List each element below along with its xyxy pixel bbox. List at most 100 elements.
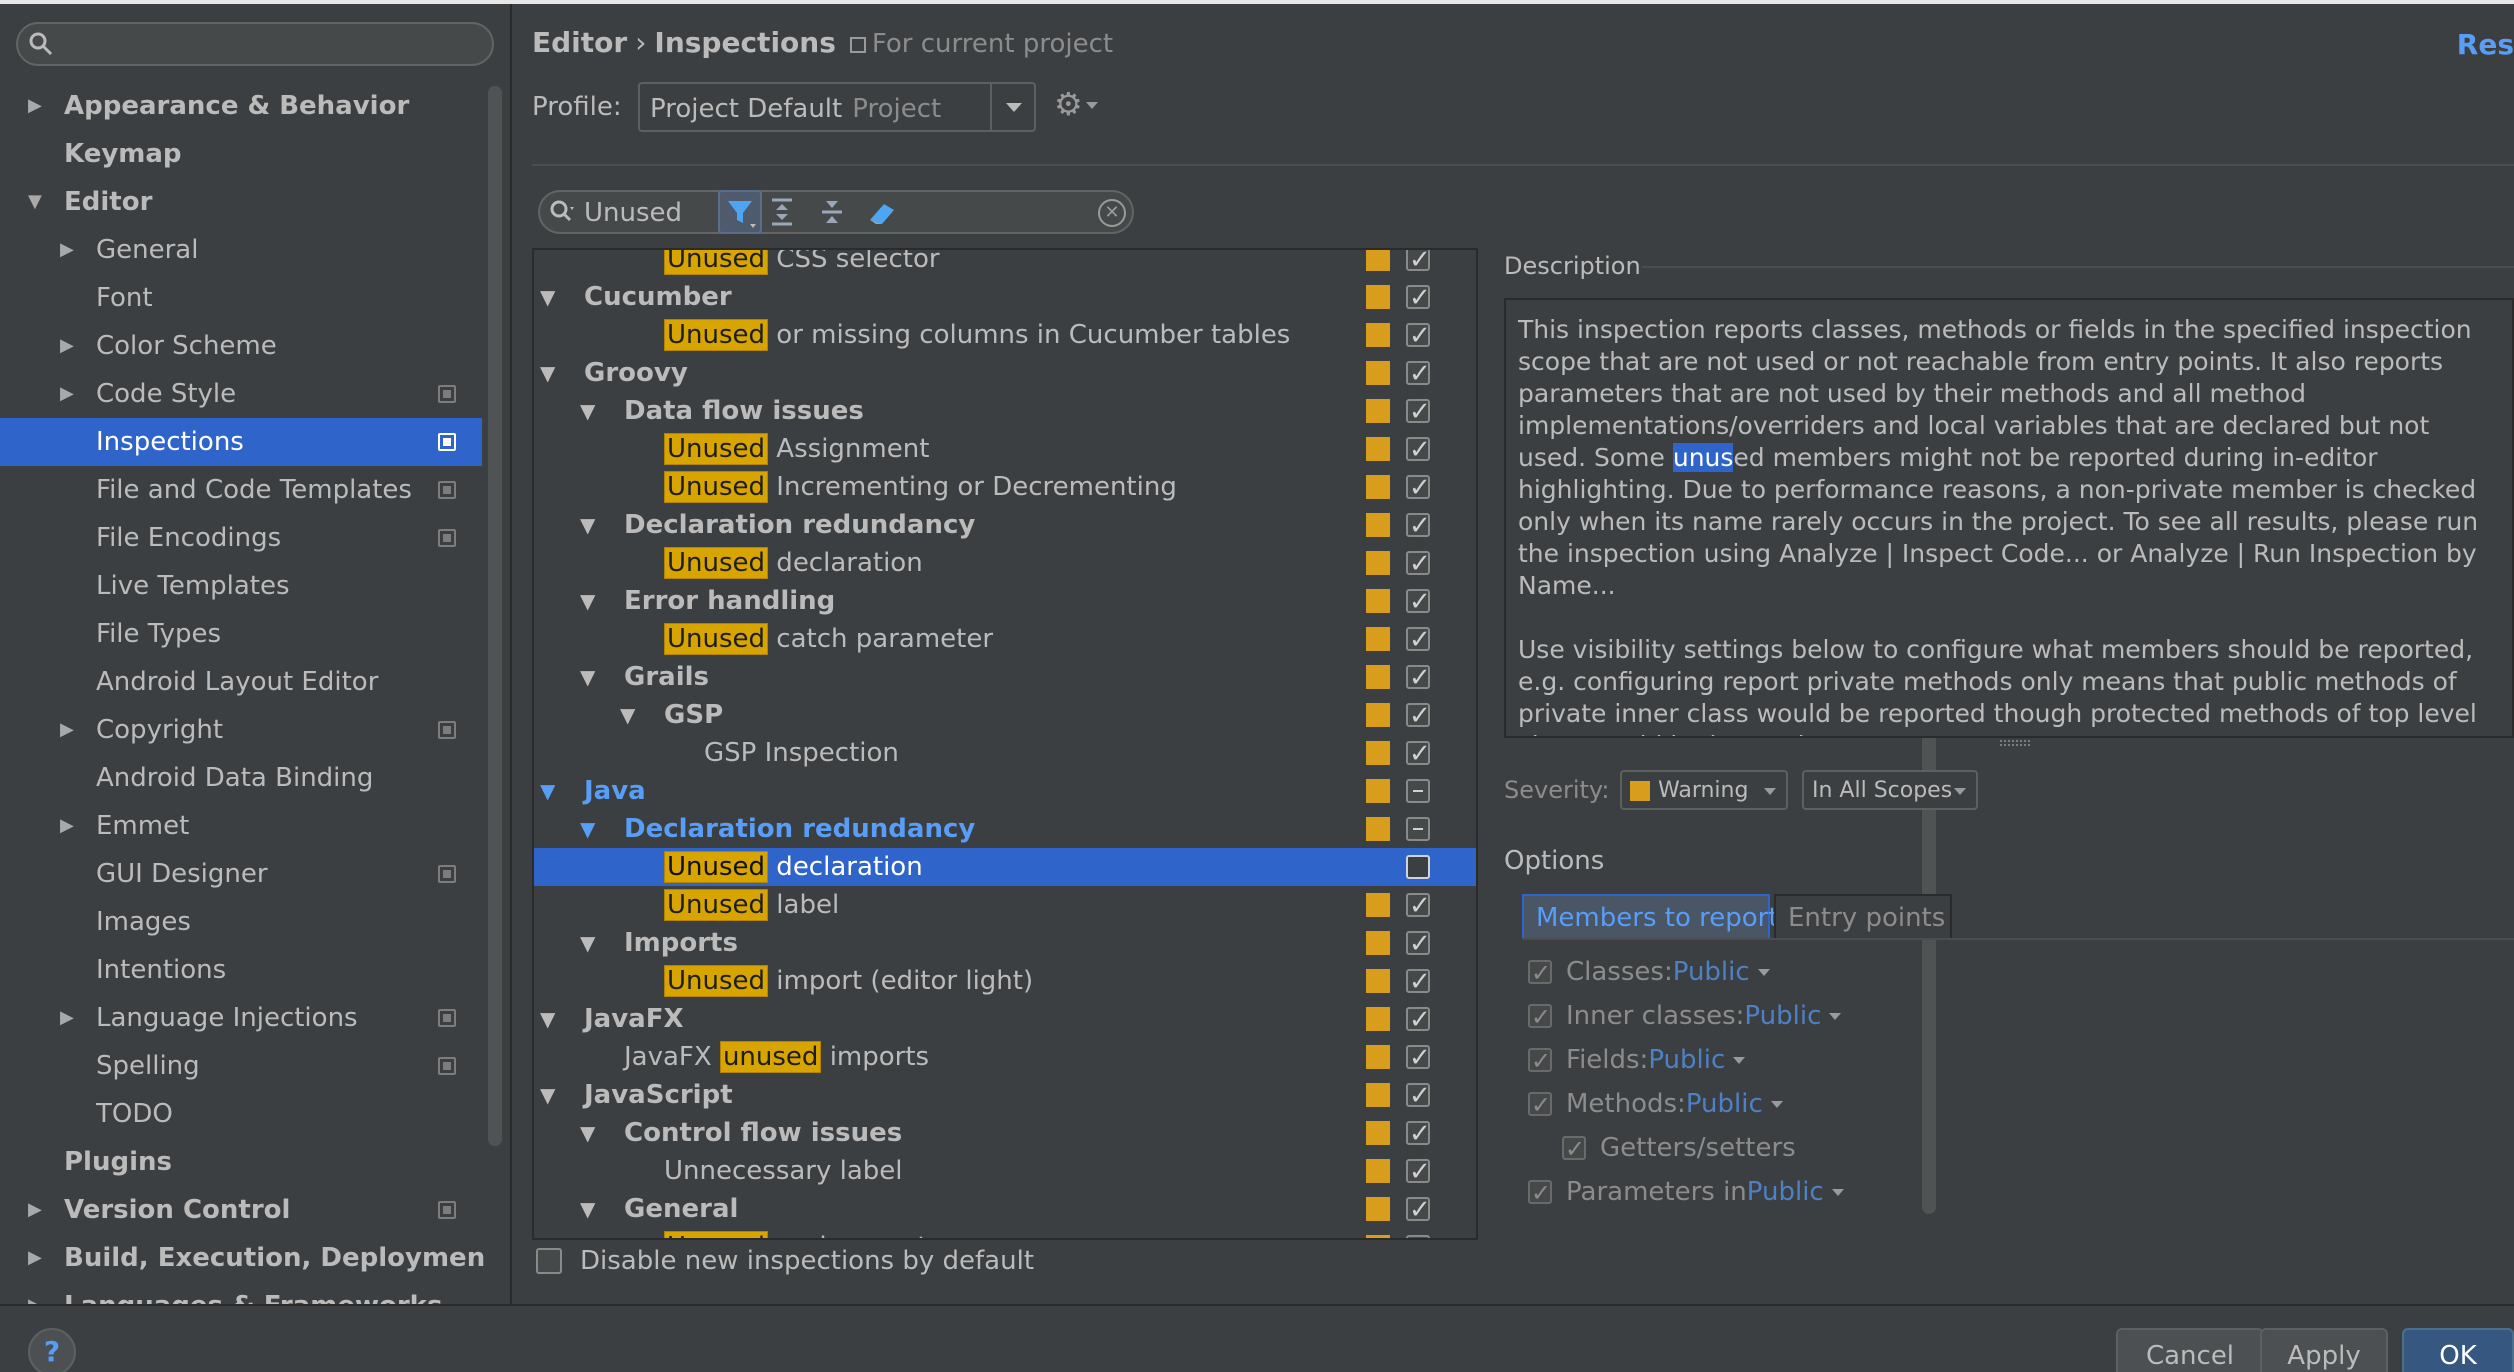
- inspection-enabled-checkbox[interactable]: [1406, 697, 1431, 735]
- inspection-enabled-checkbox[interactable]: [1406, 659, 1431, 697]
- visibility-link[interactable]: Public: [1673, 957, 1750, 987]
- collapsed-arrow-icon[interactable]: ▶: [60, 226, 74, 274]
- sidebar-item[interactable]: ▶ Version Control: [0, 1186, 482, 1234]
- inspection-group-row[interactable]: ▼ Declaration redundancy: [534, 506, 1476, 545]
- option-checkbox[interactable]: [1562, 1129, 1586, 1169]
- inspection-group-row[interactable]: ▼ Data flow issues: [534, 392, 1476, 431]
- inspection-group-row[interactable]: ▼ Control flow issues: [534, 1114, 1476, 1153]
- inspection-enabled-checkbox[interactable]: [1406, 1229, 1431, 1238]
- option-checkbox[interactable]: [1528, 953, 1552, 993]
- description-text[interactable]: This inspection reports classes, methods…: [1504, 298, 2514, 738]
- inspection-enabled-checkbox[interactable]: [1406, 963, 1431, 1001]
- inspection-enabled-checkbox[interactable]: [1406, 583, 1431, 621]
- inspection-group-row[interactable]: ▼ Grails: [534, 658, 1476, 697]
- option-checkbox[interactable]: [1528, 1173, 1552, 1213]
- expanded-arrow-icon[interactable]: ▼: [580, 658, 595, 696]
- collapse-all-button[interactable]: [810, 190, 854, 234]
- sidebar-item[interactable]: ▶ Copyright: [0, 706, 482, 754]
- sidebar-item[interactable]: Plugins: [0, 1138, 482, 1186]
- visibility-link[interactable]: Public: [1744, 1001, 1821, 1031]
- sidebar-item[interactable]: TODO: [0, 1090, 482, 1138]
- collapsed-arrow-icon[interactable]: ▶: [60, 994, 74, 1042]
- inspection-group-row[interactable]: ▼ Declaration redundancy: [534, 810, 1476, 848]
- inspection-enabled-checkbox[interactable]: [1406, 507, 1431, 545]
- sidebar-item[interactable]: ▶ Emmet: [0, 802, 482, 850]
- expanded-arrow-icon[interactable]: ▼: [580, 582, 595, 620]
- inspection-row[interactable]: Unused declaration: [534, 544, 1476, 583]
- inspection-group-row[interactable]: ▼ Groovy: [534, 354, 1476, 393]
- sidebar-item[interactable]: Spelling: [0, 1042, 482, 1090]
- sidebar-item[interactable]: Font: [0, 274, 482, 322]
- visibility-link[interactable]: Public: [1747, 1177, 1824, 1207]
- chevron-down-icon[interactable]: [1757, 969, 1770, 976]
- sidebar-item[interactable]: ▼ Editor: [0, 178, 482, 226]
- expanded-arrow-icon[interactable]: ▼: [580, 810, 595, 848]
- collapsed-arrow-icon[interactable]: ▶: [28, 82, 42, 130]
- sidebar-item[interactable]: Images: [0, 898, 482, 946]
- disable-new-inspections-checkbox[interactable]: [536, 1248, 562, 1274]
- expanded-arrow-icon[interactable]: ▼: [540, 1076, 555, 1114]
- sidebar-item[interactable]: Keymap: [0, 130, 482, 178]
- clear-search-icon[interactable]: ✕: [1098, 199, 1126, 227]
- collapsed-arrow-icon[interactable]: ▶: [28, 1186, 42, 1234]
- inspection-row[interactable]: Unused assignment: [534, 1228, 1476, 1238]
- inspection-group-row[interactable]: ▼ Error handling: [534, 582, 1476, 621]
- expanded-arrow-icon[interactable]: ▼: [580, 506, 595, 544]
- sidebar-item[interactable]: Android Layout Editor: [0, 658, 482, 706]
- inspection-enabled-checkbox[interactable]: [1406, 1039, 1431, 1077]
- inspection-enabled-checkbox[interactable]: [1406, 925, 1431, 963]
- inspection-group-row[interactable]: ▼ General: [534, 1190, 1476, 1229]
- sidebar-item[interactable]: ▶ General: [0, 226, 482, 274]
- inspection-row[interactable]: Unused CSS selector: [534, 250, 1476, 279]
- chevron-down-icon[interactable]: [1733, 1057, 1746, 1064]
- expand-all-button[interactable]: [760, 190, 804, 234]
- help-button[interactable]: ?: [28, 1328, 76, 1372]
- expanded-arrow-icon[interactable]: ▼: [540, 1000, 555, 1038]
- sidebar-item[interactable]: File Encodings: [0, 514, 482, 562]
- resize-grip-icon[interactable]: [2000, 740, 2030, 746]
- option-checkbox[interactable]: [1528, 1085, 1552, 1125]
- inspection-row[interactable]: Unused Assignment: [534, 430, 1476, 469]
- sidebar-item[interactable]: Intentions: [0, 946, 482, 994]
- chevron-down-icon[interactable]: [1770, 1101, 1783, 1108]
- filter-toggle-button[interactable]: [718, 190, 762, 234]
- expanded-arrow-icon[interactable]: ▼: [540, 772, 555, 810]
- collapsed-arrow-icon[interactable]: ▶: [28, 1234, 42, 1282]
- inspection-row[interactable]: Unused catch parameter: [534, 620, 1476, 659]
- inspection-enabled-checkbox[interactable]: [1406, 1153, 1431, 1191]
- inspection-group-row[interactable]: ▼ Java: [534, 772, 1476, 810]
- apply-button[interactable]: Apply: [2260, 1328, 2388, 1372]
- sidebar-item[interactable]: ▶ Build, Execution, Deployment: [0, 1234, 484, 1282]
- inspection-enabled-checkbox[interactable]: [1406, 317, 1431, 355]
- inspection-enabled-checkbox[interactable]: [1406, 279, 1431, 317]
- expanded-arrow-icon[interactable]: ▼: [620, 696, 635, 734]
- inspection-group-row[interactable]: ▼ Cucumber: [534, 278, 1476, 317]
- inspection-enabled-checkbox[interactable]: [1406, 779, 1430, 803]
- sidebar-item[interactable]: Live Templates: [0, 562, 482, 610]
- inspection-enabled-checkbox[interactable]: [1406, 545, 1431, 583]
- ok-button[interactable]: OK: [2402, 1328, 2514, 1372]
- inspection-enabled-checkbox[interactable]: [1406, 855, 1430, 879]
- sidebar-item[interactable]: ▶ Code Style: [0, 370, 482, 418]
- inspection-row[interactable]: Unused import (editor light): [534, 962, 1476, 1001]
- expanded-arrow-icon[interactable]: ▼: [580, 392, 595, 430]
- gear-icon[interactable]: ⚙: [1054, 88, 1083, 120]
- sidebar-item[interactable]: ▶ Color Scheme: [0, 322, 482, 370]
- inspection-row[interactable]: Unused Incrementing or Decrementing: [534, 468, 1476, 507]
- inspection-enabled-checkbox[interactable]: [1406, 250, 1431, 279]
- visibility-link[interactable]: Public: [1686, 1089, 1763, 1119]
- inspection-row[interactable]: Unused declaration: [534, 848, 1476, 886]
- inspection-enabled-checkbox[interactable]: [1406, 1191, 1431, 1229]
- sidebar-item[interactable]: File and Code Templates: [0, 466, 482, 514]
- option-checkbox[interactable]: [1528, 997, 1552, 1037]
- sidebar-item[interactable]: ▶ Appearance & Behavior: [0, 82, 482, 130]
- inspection-enabled-checkbox[interactable]: [1406, 735, 1431, 773]
- expanded-arrow-icon[interactable]: ▼: [580, 1190, 595, 1228]
- inspection-enabled-checkbox[interactable]: [1406, 817, 1430, 841]
- expanded-arrow-icon[interactable]: ▼: [580, 1114, 595, 1152]
- inspection-group-row[interactable]: ▼ JavaFX: [534, 1000, 1476, 1039]
- tab-members-to-report[interactable]: Members to report: [1522, 894, 1779, 940]
- sidebar-scrollbar[interactable]: [488, 86, 502, 1146]
- profile-dropdown[interactable]: Project Default Project: [638, 82, 1036, 132]
- inspection-row[interactable]: Unused or missing columns in Cucumber ta…: [534, 316, 1476, 355]
